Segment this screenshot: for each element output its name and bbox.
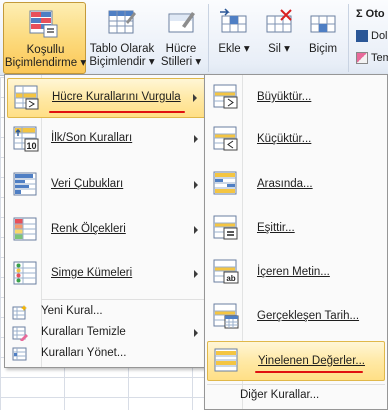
menu-item-label: Renk Ölçekleri (51, 223, 126, 235)
menu-item-icon-sets[interactable]: Simge Kümeleri (7, 255, 206, 295)
format-as-table-button[interactable]: Tablo Olarak Biçimlendir ▾ (88, 2, 156, 74)
menu-item-date-occurring[interactable]: Gerçekleşen Tarih... (207, 297, 385, 337)
menu-item-more-rules[interactable]: Diğer Kurallar... (207, 387, 385, 407)
fill-icon (356, 30, 368, 43)
menu-item-duplicate-values[interactable]: Yinelenen Değerler... (207, 341, 385, 381)
format-label: Biçim (308, 43, 338, 55)
menu-item-label: İlk/Son Kuralları (51, 132, 133, 144)
menu-item-manage-rules[interactable]: Kuralları Yönet... (7, 344, 206, 364)
submenu-separator (207, 384, 385, 385)
ribbon: Koşullu Biçimlendirme ▾ Tablo Olarak Biç… (0, 0, 388, 76)
menu-item-between[interactable]: Arasında... (207, 165, 385, 205)
format-cells-icon (310, 15, 336, 33)
between-icon (213, 171, 237, 195)
highlight-cells-rules-icon (14, 85, 39, 110)
format-button[interactable]: Biçim (302, 2, 344, 74)
autosum-button[interactable]: Σ Oto (356, 6, 385, 22)
menu-item-label: Yinelenen Değerler... (258, 355, 365, 367)
ribbon-separator-2 (348, 4, 349, 72)
conditional-formatting-label-2: Biçimlendirme ▾ (4, 57, 87, 69)
conditional-formatting-icon (29, 10, 58, 38)
menu-item-label: Hücre Kurallarını Vurgula (52, 91, 181, 103)
svg-text:10: 10 (26, 141, 36, 151)
delete-label: Sil ▾ (268, 43, 290, 55)
menu-item-data-bars[interactable]: Veri Çubukları (7, 166, 206, 206)
menu-item-label: Büyüktür... (257, 91, 312, 103)
autosum-label: Σ Oto (356, 8, 385, 20)
menu-item-label: İçeren Metin... (257, 266, 330, 278)
menu-item-label: Küçüktür... (257, 133, 312, 145)
highlight-cells-rules-submenu: Büyüktür... Küçüktür... Arasında... Eşit… (204, 74, 388, 410)
conditional-formatting-button[interactable]: Koşullu Biçimlendirme ▾ (3, 2, 86, 74)
menu-item-label: Simge Kümeleri (51, 267, 133, 279)
clear-rules-icon (12, 326, 28, 341)
icon-sets-icon (13, 261, 37, 285)
menu-separator (41, 299, 206, 300)
format-as-table-label-2: Biçimlendir ▾ (89, 56, 155, 68)
cell-styles-button[interactable]: Hücre Stilleri ▾ (158, 2, 204, 74)
date-occurring-icon (213, 303, 239, 329)
less-than-icon (213, 126, 238, 151)
fill-label: Dol (371, 30, 388, 42)
delete-cells-icon (266, 9, 292, 33)
fill-button[interactable]: Dol (356, 28, 388, 44)
cell-styles-label-2: Stilleri ▾ (160, 56, 202, 68)
menu-item-label: Yeni Kural... (41, 305, 103, 317)
menu-item-label: Gerçekleşen Tarih... (257, 310, 360, 322)
menu-item-less-than[interactable]: Küçüktür... (207, 120, 385, 160)
eraser-icon (356, 52, 368, 65)
annotation-underline (49, 111, 185, 113)
svg-text:ab: ab (226, 274, 235, 283)
submenu-arrow-icon (194, 181, 198, 189)
duplicate-values-icon (214, 348, 238, 372)
annotation-underline (255, 371, 363, 373)
menu-item-label: Kuralları Temizle (41, 326, 126, 338)
submenu-arrow-icon (194, 270, 198, 278)
text-contains-icon: ab (213, 259, 239, 284)
menu-item-greater-than[interactable]: Büyüktür... (207, 78, 385, 118)
menu-item-top-bottom-rules[interactable]: 10 İlk/Son Kuralları (7, 120, 206, 160)
insert-cells-icon (220, 8, 247, 33)
menu-item-label: Kuralları Yönet... (41, 347, 127, 359)
greater-than-icon (213, 84, 238, 109)
ribbon-separator (208, 4, 209, 72)
insert-label: Ekle ▾ (218, 43, 250, 55)
new-rule-icon (12, 305, 27, 320)
color-scales-icon (13, 217, 37, 241)
cell-styles-label-1: Hücre (165, 43, 197, 55)
menu-item-clear-rules[interactable]: Kuralları Temizle (7, 323, 206, 343)
menu-item-equal-to[interactable]: Eşittir... (207, 209, 385, 249)
menu-item-label: Arasında... (257, 178, 313, 190)
menu-item-label: Veri Çubukları (51, 178, 124, 190)
submenu-arrow-icon (194, 135, 198, 143)
menu-item-new-rule[interactable]: Yeni Kural... (7, 302, 206, 322)
data-bars-icon (13, 172, 37, 196)
conditional-formatting-label-1: Koşullu (26, 44, 65, 56)
menu-item-label: Eşittir... (257, 222, 295, 234)
manage-rules-icon (12, 347, 27, 361)
menu-item-text-contains[interactable]: ab İçeren Metin... (207, 253, 385, 293)
submenu-arrow-icon (194, 226, 198, 234)
top-bottom-rules-icon: 10 (13, 126, 39, 152)
clear-label: Tem (371, 52, 388, 64)
conditional-formatting-menu: Hücre Kurallarını Vurgula 10 İlk/Son Kur… (4, 74, 209, 368)
menu-item-label: Diğer Kurallar... (240, 389, 320, 401)
equal-to-icon (213, 215, 238, 240)
clear-button[interactable]: Tem (356, 50, 388, 66)
submenu-arrow-icon (193, 94, 197, 102)
menu-item-color-scales[interactable]: Renk Ölçekleri (7, 211, 206, 251)
submenu-arrow-icon (194, 329, 198, 337)
insert-button[interactable]: Ekle ▾ (213, 2, 255, 74)
cell-styles-icon (168, 12, 195, 33)
format-as-table-label-1: Tablo Olarak (89, 43, 155, 55)
format-as-table-icon (108, 10, 136, 34)
delete-button[interactable]: Sil ▾ (258, 2, 300, 74)
